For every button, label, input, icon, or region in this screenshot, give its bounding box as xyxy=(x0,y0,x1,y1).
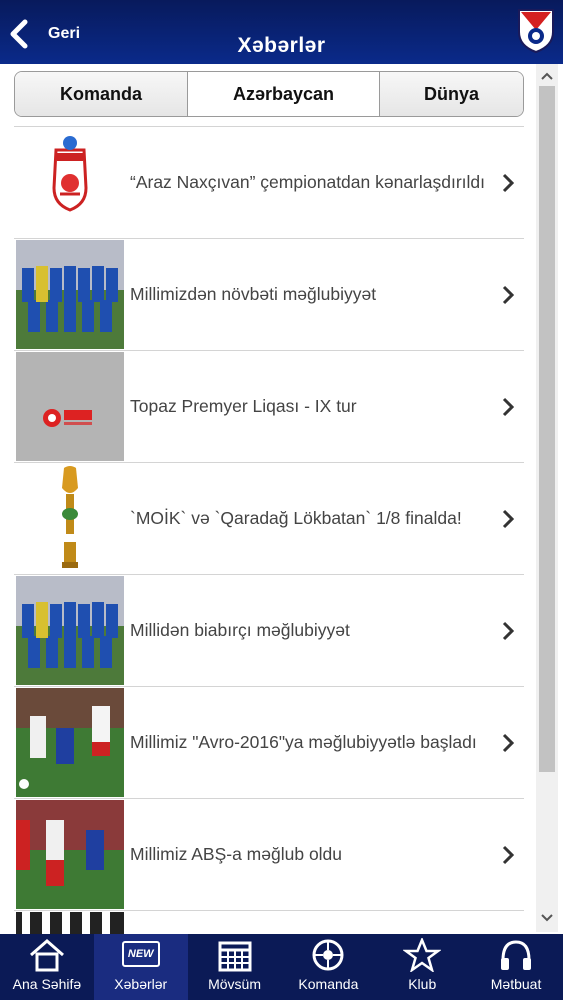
match-photo-thumbnail xyxy=(16,688,124,797)
news-title: Millimiz ABŞ-a məğlub oldu xyxy=(130,844,343,864)
tab-label: Komanda xyxy=(298,976,359,992)
news-thumbnail xyxy=(16,912,124,935)
news-title: Millidən biabırçı məğlubiyyət xyxy=(130,620,350,640)
news-item[interactable]: `MOİK` və `Qaradağ Lökbatan` 1/8 finalda… xyxy=(14,463,524,575)
club-crest-icon xyxy=(518,9,554,54)
tab-label: Mövsüm xyxy=(208,976,262,992)
topaz-logo-thumbnail xyxy=(16,352,124,461)
news-title: Millimizdən növbəti məğlubiyyət xyxy=(130,284,377,304)
tab-xeberler[interactable]: NEW Xəbərlər xyxy=(93,934,188,1000)
tab-label: Ana Səhifə xyxy=(12,976,82,992)
tab-label: Xəbərlər xyxy=(114,976,168,992)
tab-label: Klub xyxy=(408,976,437,992)
team-photo-thumbnail xyxy=(16,240,124,349)
list-scrollbar[interactable] xyxy=(536,64,558,932)
chevron-right-icon xyxy=(502,285,514,305)
new-badge-icon: NEW xyxy=(121,941,160,967)
trophy-thumbnail xyxy=(16,464,124,573)
tab-metbuat[interactable]: Mətbuat xyxy=(469,934,563,1000)
tab-label: Mətbuat xyxy=(490,976,542,992)
news-item[interactable]: Millimizdən növbəti məğlubiyyət xyxy=(14,239,524,351)
chevron-right-icon xyxy=(502,397,514,417)
star-icon xyxy=(403,938,442,972)
segment-azerbaycan[interactable]: Azərbaycan xyxy=(187,72,379,116)
chevron-right-icon xyxy=(502,733,514,753)
match-photo-thumbnail xyxy=(16,800,124,909)
chevron-right-icon xyxy=(502,845,514,865)
team-photo-thumbnail xyxy=(16,576,124,685)
page-title: Xəbərlər xyxy=(237,34,326,57)
chevron-right-icon xyxy=(502,173,514,193)
chevron-right-icon xyxy=(502,509,514,529)
news-item[interactable]: Millimiz "Avro-2016"ya məğlubiyyətlə baş… xyxy=(14,687,524,799)
tab-movsum[interactable]: Mövsüm xyxy=(188,934,282,1000)
news-title: `MOİK` və `Qaradağ Lökbatan` 1/8 finalda… xyxy=(130,508,462,528)
tab-klub[interactable]: Klub xyxy=(375,934,469,1000)
segment-dunya[interactable]: Dünya xyxy=(379,72,523,116)
news-list: “Araz Naxçıvan” çempionatdan kənarlaşdır… xyxy=(14,126,524,935)
news-item[interactable]: Millimiz ABŞ-a məğlub oldu xyxy=(14,799,524,911)
calendar-icon xyxy=(218,941,252,972)
news-title: Topaz Premyer Liqası - IX tur xyxy=(130,396,357,416)
chevron-right-icon xyxy=(502,621,514,641)
news-item[interactable] xyxy=(14,911,524,935)
headphones-icon xyxy=(501,940,532,970)
news-title: “Araz Naxçıvan” çempionatdan kənarlaşdır… xyxy=(130,172,486,192)
tab-komanda[interactable]: Komanda xyxy=(281,934,375,1000)
scroll-down-icon[interactable] xyxy=(541,914,553,922)
news-title: Millimiz "Avro-2016"ya məğlubiyyətlə baş… xyxy=(130,732,477,752)
header-bar: Geri Xəbərlər xyxy=(0,0,563,64)
category-segmented-control: Komanda Azərbaycan Dünya xyxy=(14,71,524,117)
news-item[interactable]: Millidən biabırçı məğlubiyyət xyxy=(14,575,524,687)
segment-komanda[interactable]: Komanda xyxy=(15,72,187,116)
tab-ana-sehife[interactable]: Ana Səhifə xyxy=(0,934,94,1000)
araz-crest-thumbnail xyxy=(16,128,124,237)
scrollbar-thumb[interactable] xyxy=(539,86,555,772)
news-item[interactable]: “Araz Naxçıvan” çempionatdan kənarlaşdır… xyxy=(14,127,524,239)
scroll-up-icon[interactable] xyxy=(541,72,553,80)
home-icon xyxy=(29,939,64,972)
football-icon xyxy=(312,939,344,971)
bottom-tab-bar: Ana Səhifə NEW Xəbərlər Mövsüm Komanda K… xyxy=(0,934,563,1000)
news-item[interactable]: Topaz Premyer Liqası - IX tur xyxy=(14,351,524,463)
